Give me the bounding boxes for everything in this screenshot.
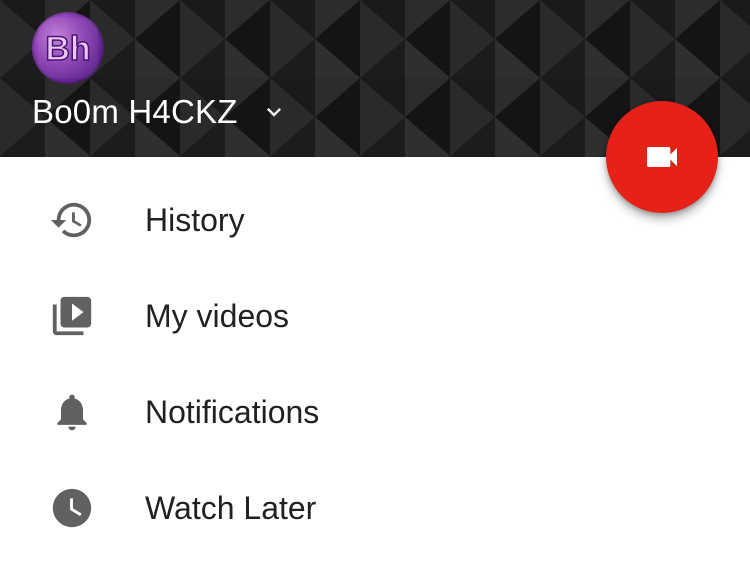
clock-icon: [48, 484, 96, 532]
avatar[interactable]: Bh: [32, 12, 104, 84]
chevron-down-icon: [266, 108, 281, 117]
menu-item-my-videos[interactable]: My videos: [0, 268, 750, 364]
avatar-logo-icon: Bh: [38, 18, 98, 78]
history-icon: [48, 196, 96, 244]
drawer-menu: History My videos Notifications Watch La…: [0, 172, 750, 556]
menu-item-watch-later[interactable]: Watch Later: [0, 460, 750, 556]
account-name: Bo0m H4CKZ: [32, 93, 238, 130]
account-switcher[interactable]: Bo0m H4CKZ: [32, 90, 288, 134]
avatar-initials: Bh: [45, 30, 90, 68]
my-videos-icon: [48, 292, 96, 340]
menu-item-label: Watch Later: [145, 490, 317, 526]
bell-icon: [48, 388, 96, 436]
menu-item-label: My videos: [145, 298, 290, 334]
menu-item-history[interactable]: History: [0, 172, 750, 268]
menu-item-notifications[interactable]: Notifications: [0, 364, 750, 460]
menu-item-label: Notifications: [145, 394, 320, 430]
account-drawer: Bh Bo0m H4CKZ History My videos Notifica…: [0, 0, 750, 570]
videocam-icon: [647, 147, 677, 167]
menu-item-label: History: [145, 202, 245, 238]
